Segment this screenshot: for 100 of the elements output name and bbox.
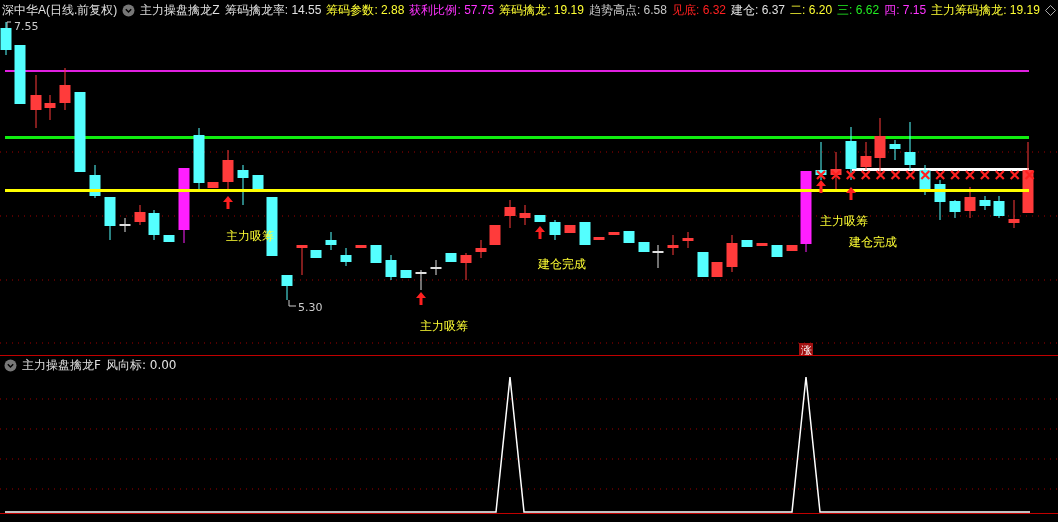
cross-marker-icon [830,169,841,181]
candlestick [623,230,635,244]
candlestick [874,117,886,176]
indicator-name: 主力操盘擒龙Z [140,1,220,19]
cross-marker-icon [890,169,901,181]
candlestick [608,231,620,236]
candlestick [904,121,916,171]
cross-marker-icon [1009,169,1020,181]
candlestick [119,217,131,233]
candlestick [207,181,219,189]
candlestick [652,244,664,269]
candlestick [281,274,293,301]
indicator-value: 三: 6.62 [837,1,880,19]
candlestick [741,239,753,248]
candlestick [860,141,872,171]
indicator-value: 建仓: 6.37 [731,1,786,19]
candlestick [475,239,487,259]
candlestick [296,244,308,276]
cross-marker-icon [950,169,961,181]
candlestick [564,224,576,234]
indicator-value: 筹码参数: 2.88 [326,1,405,19]
cross-marker-icon [905,169,916,181]
up-arrow-icon [223,196,233,209]
candlestick [193,127,205,191]
up-arrow-icon [846,187,856,200]
candlestick [667,234,679,256]
signal-label: 主力吸筹 [420,319,468,333]
signal-label: 建仓完成 [849,235,897,249]
indicator-value: 见底: 6.32 [671,1,726,19]
candlestick [756,242,768,247]
up-arrow-icon [416,292,426,305]
candlestick [593,236,605,241]
candlestick [726,234,738,273]
cross-marker-icon [920,169,931,181]
candlestick [815,141,827,181]
candlestick [993,195,1005,219]
candlestick [325,231,337,251]
indicator-value: 趋势高点: 6.58 [588,1,667,19]
candlestick [222,149,234,191]
low-marker-line [288,299,297,307]
candlestick [889,139,901,161]
cross-marker-icon [979,169,990,181]
candlestick [340,247,352,267]
sub-indicator-reading: 风向标: 0.00 [105,356,177,374]
candlestick [355,244,367,249]
cross-marker-icon [875,169,886,181]
candlestick [519,204,531,226]
cross-marker-icon [860,169,871,181]
candlestick [44,94,56,121]
candlestick [489,224,501,246]
candlestick [14,44,26,105]
signal-label: 主力吸筹 [820,214,868,228]
candlestick [534,214,546,223]
diamond-icon [1044,4,1056,16]
candlestick [415,269,427,291]
candlestick [30,74,42,129]
signal-label: 建仓完成 [538,257,586,271]
chevron-down-icon[interactable] [4,358,17,372]
candlestick [400,269,412,279]
candlestick [460,252,472,281]
candlestick [370,244,382,264]
candlestick [979,195,991,211]
candlestick [697,251,709,278]
candlestick [104,196,116,241]
candlestick [964,186,976,219]
candlestick [579,221,591,246]
indicator-value: 四: 7.15 [884,1,927,19]
cross-marker-icon [994,169,1005,181]
candlestick [786,244,798,252]
indicator-value: 二: 6.20 [790,1,833,19]
candlestick [445,252,457,263]
high-price-label: 7.55 [14,20,39,33]
cross-marker-icon [845,169,856,181]
indicator-value: 主力筹码擒龙: 19.19 [931,1,1040,19]
candlestick [385,254,397,281]
candlestick [148,209,160,241]
candlestick [549,219,561,241]
candlestick [711,261,723,278]
cross-marker-icon [815,169,827,181]
candlestick [310,249,322,259]
candlestick [638,241,650,253]
cross-marker-icon [935,169,946,181]
low-price-label: 5.30 [298,301,323,314]
candlestick [430,259,442,276]
rise-badge: 涨 [799,343,813,355]
indicator-value: 筹码擒龙: 19.19 [499,1,584,19]
candlestick [237,164,249,206]
chart-title: 深中华A(日线.前复权) [2,1,118,19]
candlestick [845,126,857,181]
candlestick [163,234,175,243]
candlestick [59,67,71,111]
candlestick [682,231,694,249]
indicator-value: 筹码擒龙率: 14.55 [224,1,322,19]
chevron-down-icon[interactable] [122,3,136,17]
candlestick [134,204,146,226]
candlestick [949,199,961,219]
candlestick [1008,199,1020,229]
cross-marker-icon [1024,169,1035,181]
cross-marker-icon [964,169,976,181]
indicator-value: 获利比例: 57.75 [409,1,495,19]
